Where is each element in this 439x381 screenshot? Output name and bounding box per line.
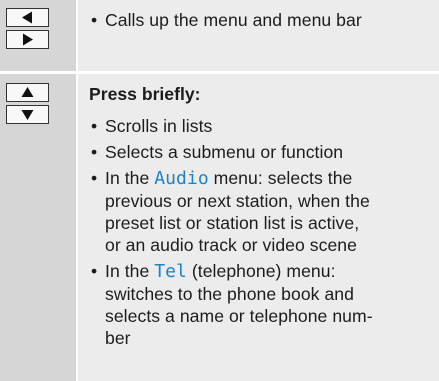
key-column bbox=[0, 0, 78, 71]
description-column: Press briefly: • Scrolls in lists • Sele… bbox=[78, 74, 439, 381]
bullet-text: Scrolls in lists bbox=[105, 116, 213, 136]
bullet-icon: • bbox=[91, 261, 98, 281]
table-row-menu-bar: • Calls up the menu and menu bar bbox=[0, 0, 439, 71]
bullet-line: selects a name or telephone num- bbox=[105, 306, 373, 326]
list-item: • Selects a submenu or function bbox=[89, 141, 433, 163]
bullet-text: Calls up the menu and menu bar bbox=[105, 10, 362, 30]
bullet-line: preset list or station list is active, bbox=[105, 213, 360, 233]
bullet-text: Selects a submenu or function bbox=[105, 142, 344, 162]
down-arrow-icon bbox=[21, 110, 34, 120]
bullet-line: previous or next station, when the bbox=[105, 191, 370, 211]
bullet-line: In the Audio menu: selects the bbox=[105, 167, 433, 190]
list-item: • Calls up the menu and menu bar bbox=[89, 9, 433, 31]
down-arrow-key-icon bbox=[6, 105, 49, 124]
bullet-icon: • bbox=[91, 10, 98, 30]
list-item: • In the Tel (telephone) menu: switches … bbox=[89, 260, 433, 349]
bullet-text: (telephone) menu: bbox=[186, 261, 336, 281]
list-item: • In the Audio menu: selects the previou… bbox=[89, 167, 433, 256]
bullet-text: In the bbox=[105, 261, 155, 281]
bullet-text: In the bbox=[105, 168, 155, 188]
up-arrow-icon bbox=[21, 87, 34, 97]
bullet-icon: • bbox=[91, 142, 98, 162]
description-column: • Calls up the menu and menu bar bbox=[78, 0, 439, 71]
audio-menu-keyword: Audio bbox=[154, 168, 209, 189]
press-briefly-heading: Press briefly: bbox=[89, 84, 201, 104]
bullet-line: or an audio track or video scene bbox=[105, 235, 357, 255]
bullet-line: In the Tel (telephone) menu: bbox=[105, 260, 433, 283]
table-row-scroll: Press briefly: • Scrolls in lists • Sele… bbox=[0, 74, 439, 381]
list-item: • Scrolls in lists bbox=[89, 115, 433, 137]
tel-menu-keyword: Tel bbox=[154, 261, 187, 282]
bullet-icon: • bbox=[91, 116, 98, 136]
bullet-icon: • bbox=[91, 168, 98, 188]
left-arrow-key-icon bbox=[6, 8, 49, 27]
bullet-line: switches to the phone book and bbox=[105, 284, 354, 304]
bullet-text: menu: selects the bbox=[208, 168, 353, 188]
right-arrow-key-icon bbox=[6, 30, 49, 49]
bullet-line: ber bbox=[105, 328, 131, 348]
controller-function-table: • Calls up the menu and menu bar Press b… bbox=[0, 0, 439, 381]
left-arrow-icon bbox=[22, 11, 32, 24]
right-arrow-icon bbox=[23, 33, 33, 46]
up-arrow-key-icon bbox=[6, 83, 49, 102]
key-column bbox=[0, 74, 78, 381]
